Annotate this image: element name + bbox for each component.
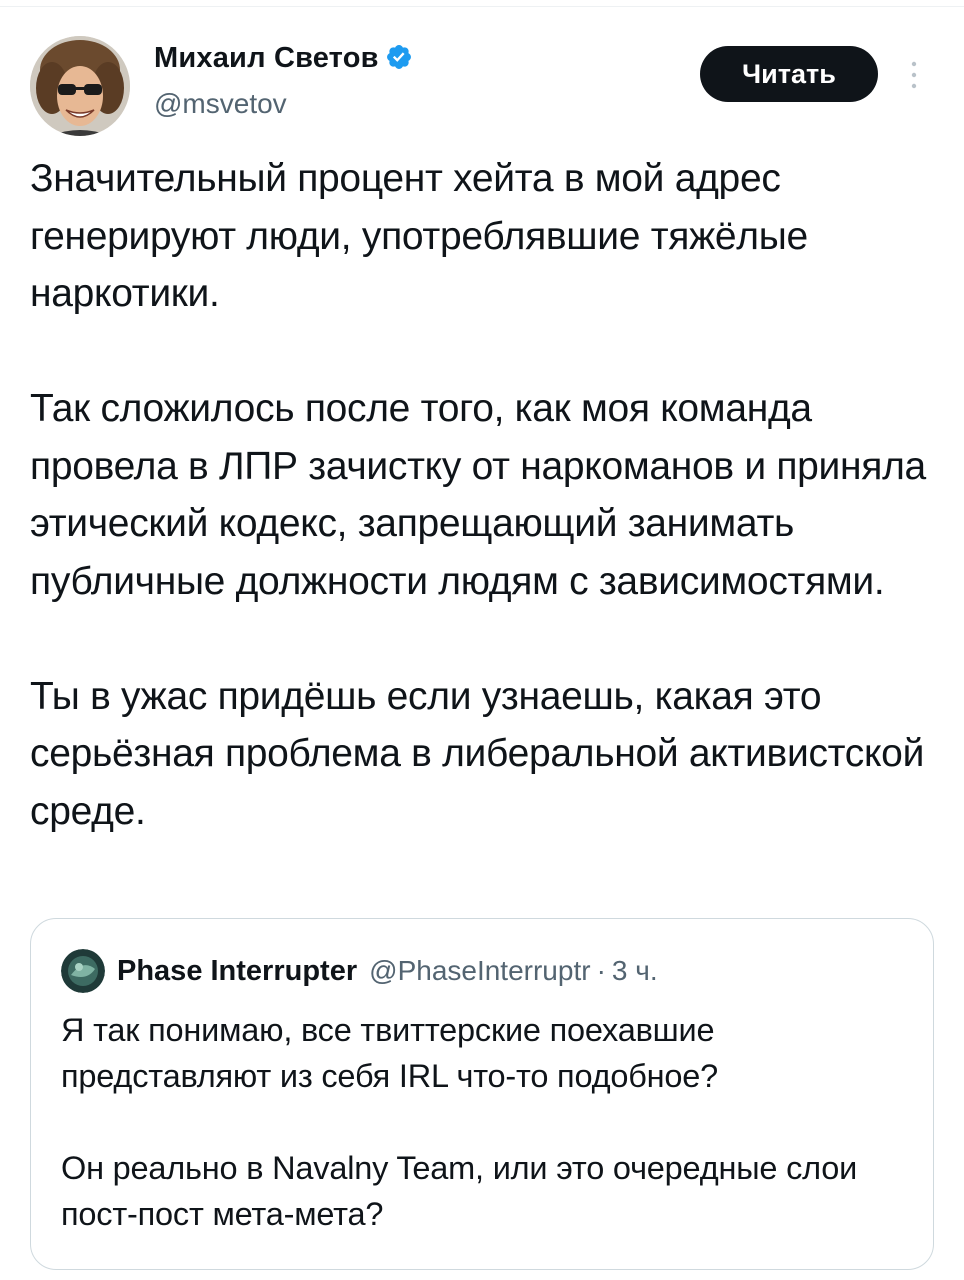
quoted-author-avatar[interactable] (61, 949, 105, 993)
tweet-header: Михаил Светов @msvetov Читать (30, 28, 940, 138)
quoted-tweet-header: Phase Interrupter @PhaseInterruptr · 3 ч… (61, 949, 658, 993)
author-name-text: Михаил Светов (154, 42, 379, 74)
follow-button[interactable]: Читать (700, 46, 878, 102)
more-vertical-icon[interactable] (902, 58, 926, 92)
author-name[interactable]: Михаил Светов (154, 42, 413, 75)
quoted-separator: · (596, 955, 606, 986)
quoted-author-name[interactable]: Phase Interrupter (117, 955, 357, 988)
quoted-author-handle[interactable]: @PhaseInterruptr (369, 955, 590, 987)
quoted-tweet-text: Я так понимаю, все твиттерские поехавшие… (61, 1012, 858, 1232)
verified-badge-icon (386, 45, 411, 69)
quoted-tweet-card[interactable]: Phase Interrupter @PhaseInterruptr · 3 ч… (30, 918, 934, 1270)
tweet-text: Значительный процент хейта в мой адрес г… (30, 157, 926, 833)
quoted-timestamp[interactable]: 3 ч. (612, 955, 658, 987)
top-divider (0, 6, 964, 7)
author-avatar[interactable] (30, 36, 130, 136)
author-handle[interactable]: @msvetov (154, 88, 287, 120)
